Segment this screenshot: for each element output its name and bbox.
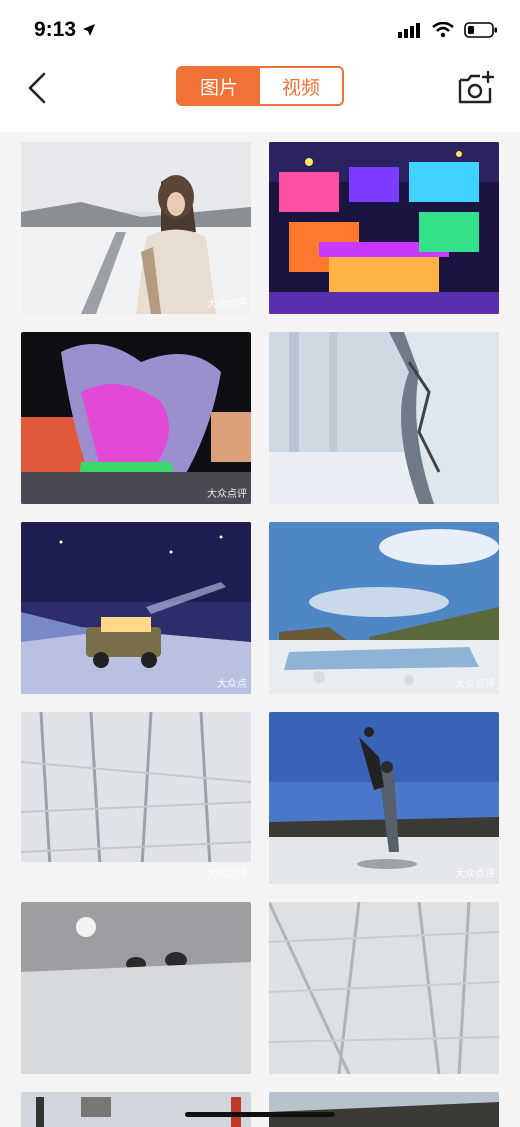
photo-frosted-branches [269, 902, 499, 1074]
photo-frosted-tree [269, 332, 499, 504]
photo-thumbnail[interactable] [21, 1092, 251, 1127]
photo-ice-sculpture [21, 332, 251, 504]
watermark: 大众点评 [207, 489, 247, 500]
photo-thumbnail[interactable] [269, 902, 499, 1074]
photo-grid: 大众点评 大众点评 大众点 大众点评 大众点评 大众点评 [0, 132, 520, 1127]
watermark: 大众点评 [207, 299, 247, 310]
photo-snowfield-sun [21, 902, 251, 1074]
photo-thumbnail[interactable] [269, 142, 499, 314]
photo-partial [269, 1092, 499, 1127]
watermark: 大众点 [217, 679, 247, 690]
photo-car-starry-sky [21, 522, 251, 694]
watermark: 大众点评 [455, 869, 495, 880]
photo-person-railway [21, 142, 251, 314]
photo-partial [21, 1092, 251, 1127]
photo-thumbnail[interactable]: 大众点评 [269, 712, 499, 884]
status-icons [398, 22, 498, 38]
tab-videos[interactable]: 视频 [260, 68, 342, 104]
photo-thumbnail[interactable]: 大众点评 [21, 142, 251, 314]
wifi-icon [432, 22, 454, 38]
photo-thumbnail[interactable] [269, 1092, 499, 1127]
nav-bar: 图片 视频 [0, 60, 520, 132]
photo-snowy-river [269, 522, 499, 694]
photo-thumbnail[interactable] [21, 902, 251, 1074]
photo-thumbnail[interactable]: 大众点评 [269, 522, 499, 694]
status-bar: 9:13 [0, 0, 520, 60]
photo-thumbnail[interactable]: 大众点 [21, 522, 251, 694]
status-time: 9:13 [34, 18, 77, 41]
photo-thumbnail[interactable]: 大众点评 [21, 332, 251, 504]
back-icon[interactable] [22, 68, 58, 108]
photo-couple-pose [269, 712, 499, 884]
location-arrow-icon [83, 24, 95, 36]
signal-icon [398, 23, 420, 38]
tab-photos[interactable]: 图片 [178, 68, 260, 104]
watermark: 大众点评 [207, 869, 247, 880]
watermark: 大众点评 [455, 679, 495, 690]
add-photo-camera-icon[interactable] [456, 68, 496, 108]
photo-ice-village [269, 142, 499, 314]
photo-thumbnail[interactable] [269, 332, 499, 504]
photo-frosted-forest [21, 712, 251, 884]
home-indicator [185, 1112, 335, 1117]
battery-icon [464, 22, 497, 38]
media-type-switch: 图片 视频 [176, 66, 344, 106]
photo-thumbnail[interactable]: 大众点评 [21, 712, 251, 884]
